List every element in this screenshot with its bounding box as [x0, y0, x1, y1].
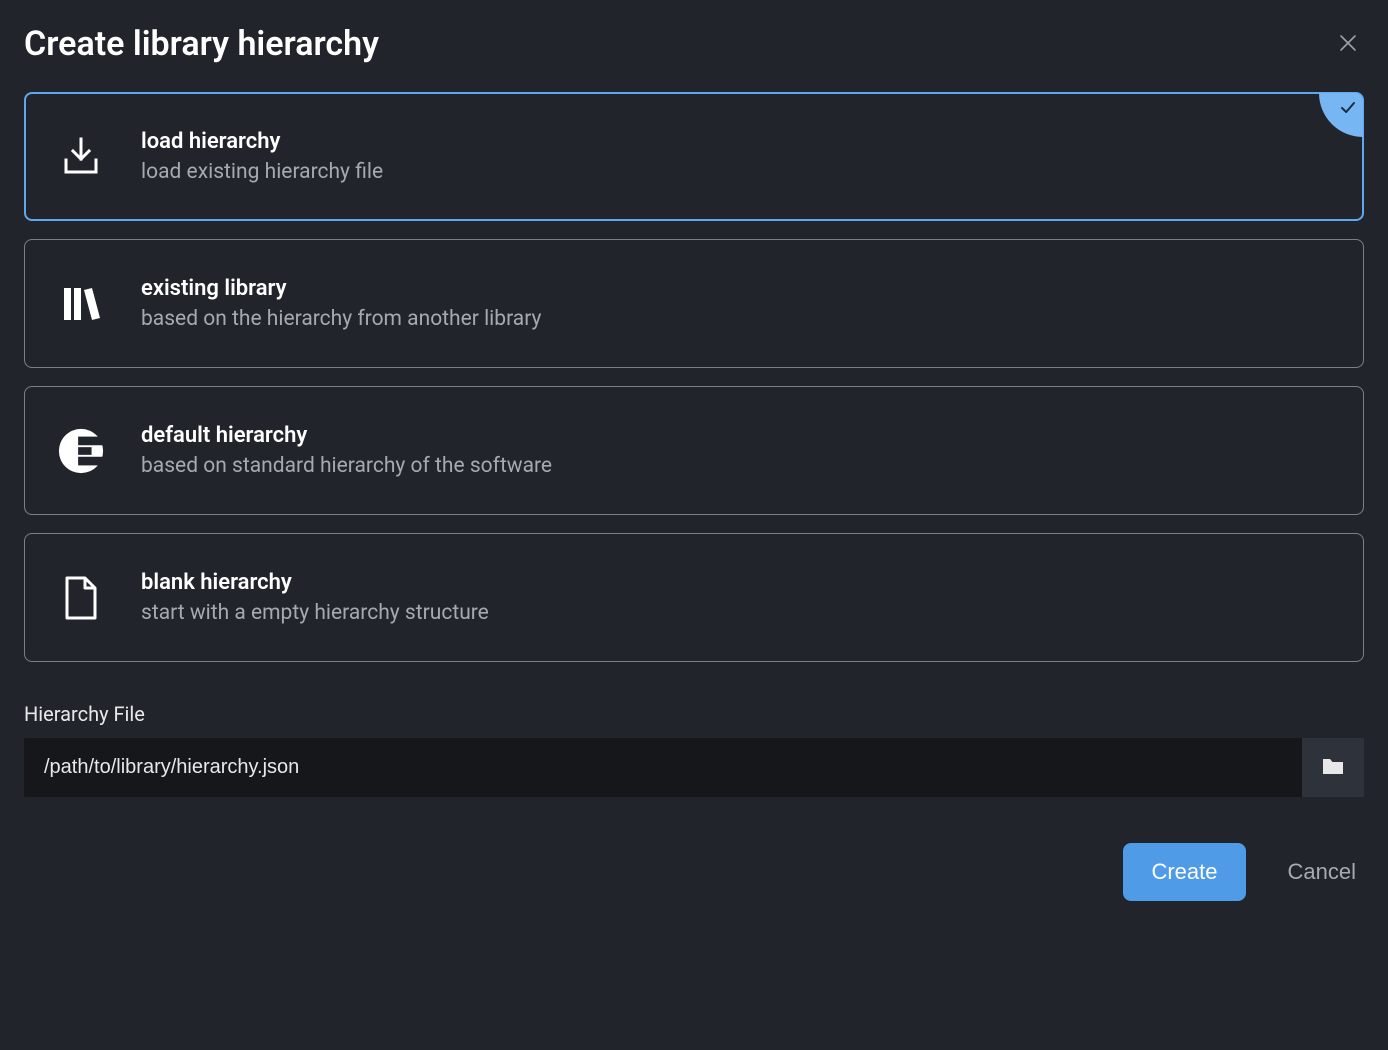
option-list: load hierarchy load existing hierarchy f… [24, 92, 1364, 662]
cancel-button[interactable]: Cancel [1280, 843, 1364, 901]
option-default-hierarchy[interactable]: default hierarchy based on standard hier… [24, 386, 1364, 515]
browse-button[interactable] [1302, 738, 1364, 797]
close-button[interactable] [1332, 27, 1364, 62]
create-button[interactable]: Create [1123, 843, 1245, 901]
hierarchy-file-input[interactable] [24, 738, 1302, 797]
option-title: default hierarchy [141, 423, 552, 448]
library-books-icon [57, 280, 105, 328]
option-load-hierarchy[interactable]: load hierarchy load existing hierarchy f… [24, 92, 1364, 221]
close-icon [1338, 33, 1358, 56]
option-title: blank hierarchy [141, 570, 489, 595]
dialog-title: Create library hierarchy [24, 24, 379, 64]
hierarchy-file-label: Hierarchy File [24, 702, 1364, 726]
path-row [24, 738, 1364, 797]
option-description: load existing hierarchy file [141, 160, 383, 184]
option-title: load hierarchy [141, 129, 383, 154]
option-existing-library[interactable]: existing library based on the hierarchy … [24, 239, 1364, 368]
option-text: load hierarchy load existing hierarchy f… [141, 129, 383, 184]
selected-corner [1319, 93, 1363, 137]
option-title: existing library [141, 276, 541, 301]
dialog-header: Create library hierarchy [24, 24, 1364, 64]
option-description: based on standard hierarchy of the softw… [141, 454, 552, 478]
blank-file-icon [57, 574, 105, 622]
app-logo-icon [57, 427, 105, 475]
option-text: default hierarchy based on standard hier… [141, 423, 552, 478]
option-text: existing library based on the hierarchy … [141, 276, 541, 331]
folder-icon [1322, 756, 1344, 779]
dialog-footer: Create Cancel [24, 843, 1364, 901]
option-description: based on the hierarchy from another libr… [141, 307, 541, 331]
option-text: blank hierarchy start with a empty hiera… [141, 570, 489, 625]
create-hierarchy-dialog: Create library hierarchy [0, 0, 1388, 1050]
check-icon [1339, 99, 1357, 121]
option-blank-hierarchy[interactable]: blank hierarchy start with a empty hiera… [24, 533, 1364, 662]
option-description: start with a empty hierarchy structure [141, 601, 489, 625]
hierarchy-file-field: Hierarchy File [24, 702, 1364, 797]
download-icon [57, 133, 105, 181]
